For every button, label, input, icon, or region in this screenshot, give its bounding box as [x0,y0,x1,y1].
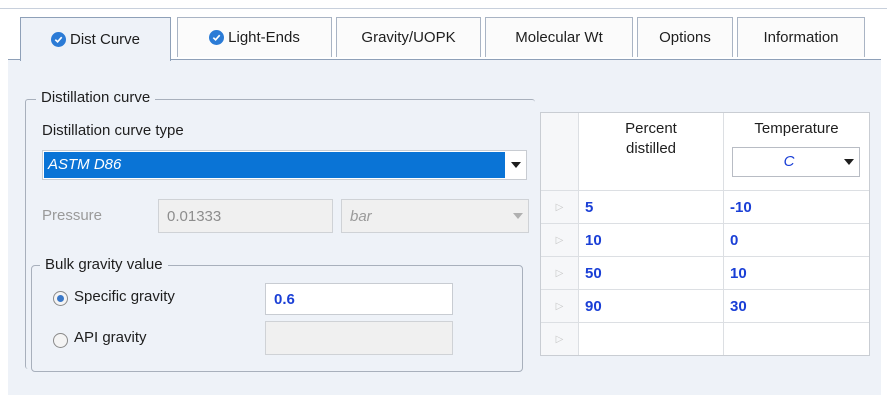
tab-information[interactable]: Information [737,17,865,57]
tab-light-ends[interactable]: Light-Ends [177,17,332,57]
pressure-unit-dropdown[interactable]: bar [341,199,529,233]
temperature-value: 0 [730,231,739,249]
percent-cell[interactable] [579,323,724,355]
tab-dist-curve[interactable]: Dist Curve [20,17,171,61]
distillation-type-label: Distillation curve type [42,122,184,139]
window-top-border [0,0,887,9]
tab-gravity-uopk[interactable]: Gravity/UOPK [336,17,481,57]
temperature-header: Temperature C [724,113,869,191]
temperature-cell[interactable] [724,323,869,355]
specific-gravity-value: 0.6 [274,290,295,308]
distillation-group-title: Distillation curve [36,89,156,107]
specific-gravity-label: Specific gravity [74,288,175,305]
distillation-type-value: ASTM D86 [44,152,505,178]
tab-label: Molecular Wt [515,29,603,46]
temperature-header-label: Temperature [754,120,839,137]
row-header-cell[interactable]: ▷ [541,191,579,224]
api-gravity-label: API gravity [74,329,147,346]
check-circle-icon [50,32,66,47]
pressure-label: Pressure [42,207,103,224]
percent-header-line2: distilled [625,140,677,157]
percent-value: 50 [585,264,602,282]
percent-value: 10 [585,231,602,249]
percent-value: 5 [585,198,594,216]
temperature-unit-dropdown[interactable]: C [732,147,860,177]
percent-value: 90 [585,297,602,315]
check-circle-icon [209,30,225,45]
chevron-down-icon [839,159,859,165]
distillation-data-grid: Percent distilled Temperature C ▷ 5 -10 … [540,112,870,356]
temperature-unit-value: C [783,153,795,170]
specific-gravity-field[interactable]: 0.6 [265,283,453,315]
api-gravity-radio[interactable] [53,333,68,348]
pressure-field[interactable]: 0.01333 [158,199,333,233]
percent-cell[interactable]: 50 [579,257,724,290]
grid-corner-cell [541,113,579,191]
temperature-value: 30 [730,297,747,315]
api-gravity-field[interactable] [265,321,453,355]
row-header-cell[interactable]: ▷ [541,224,579,257]
bulk-gravity-group-title: Bulk gravity value [40,256,168,274]
temperature-cell[interactable]: 0 [724,224,869,257]
percent-header-line1: Percent [625,120,677,137]
chevron-down-icon [508,213,528,219]
bulk-gravity-group [31,265,523,372]
tab-options[interactable]: Options [637,17,733,57]
pressure-unit-value: bar [350,207,372,225]
percent-distilled-header: Percent distilled [579,113,724,191]
percent-cell[interactable]: 90 [579,290,724,323]
temperature-value: -10 [730,198,752,216]
tab-label: Information [763,29,839,46]
percent-cell[interactable]: 10 [579,224,724,257]
tab-label: Options [659,29,711,46]
tab-label: Gravity/UOPK [361,29,456,46]
temperature-cell[interactable]: 30 [724,290,869,323]
row-header-cell[interactable]: ▷ [541,323,579,355]
specific-gravity-radio[interactable] [53,291,68,306]
row-header-cell[interactable]: ▷ [541,257,579,290]
percent-cell[interactable]: 5 [579,191,724,224]
tab-label: Light-Ends [228,29,300,46]
row-header-cell[interactable]: ▷ [541,290,579,323]
chevron-down-icon [506,162,526,168]
pressure-value: 0.01333 [167,207,222,225]
distillation-type-dropdown[interactable]: ASTM D86 [42,150,527,180]
temperature-cell[interactable]: -10 [724,191,869,224]
temperature-value: 10 [730,264,747,282]
tab-label: Dist Curve [69,31,140,48]
tab-molecular-wt[interactable]: Molecular Wt [485,17,633,57]
temperature-cell[interactable]: 10 [724,257,869,290]
